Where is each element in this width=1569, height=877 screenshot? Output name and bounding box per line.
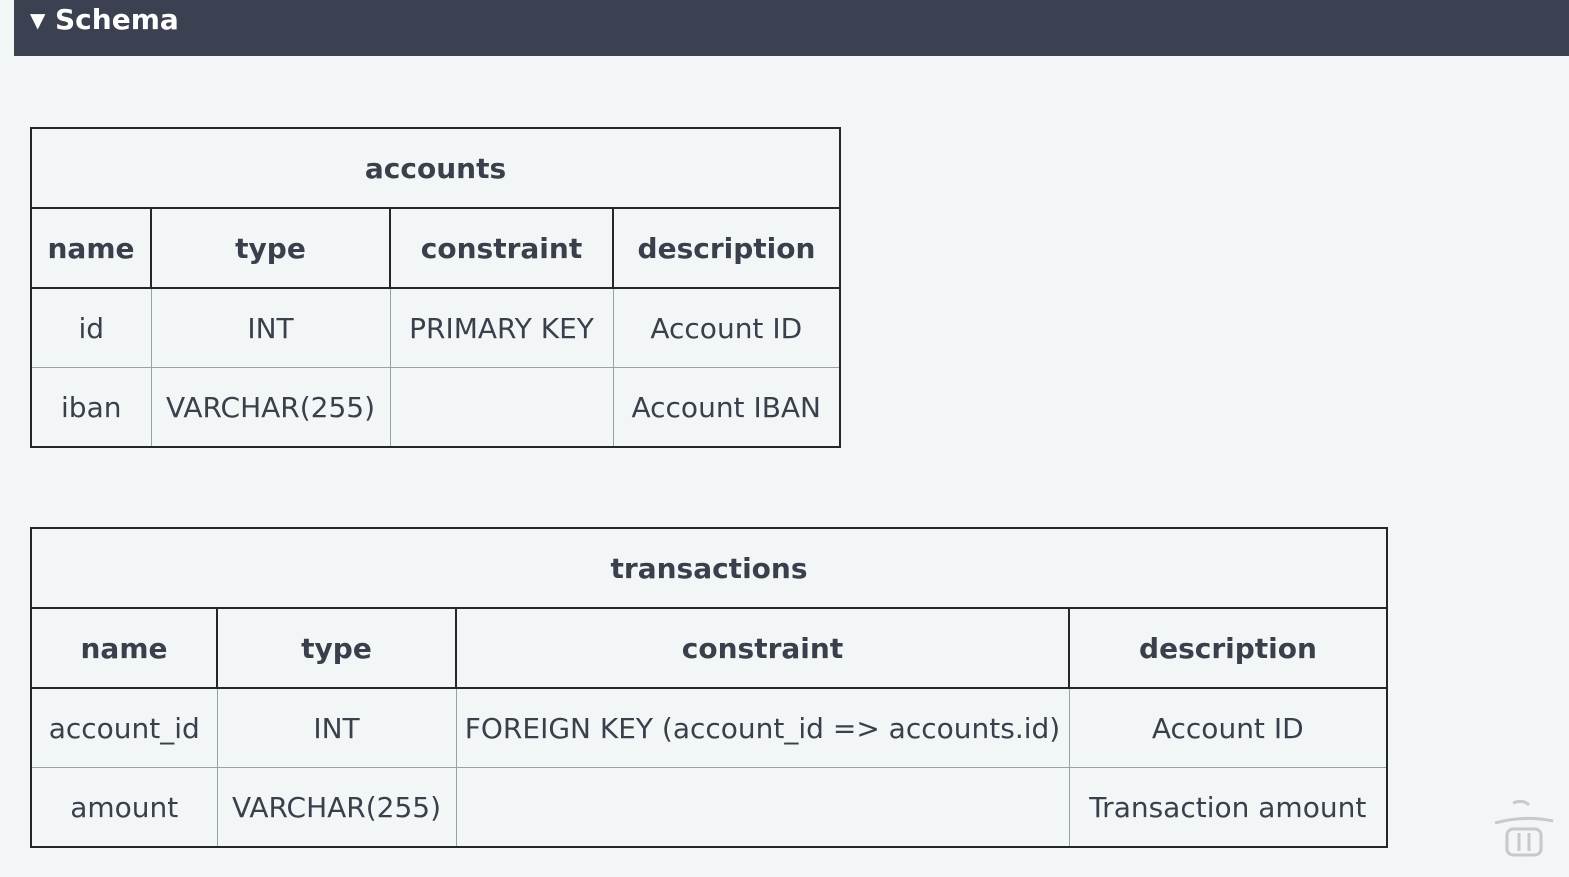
cell-description: Account ID bbox=[612, 287, 841, 368]
column-header-name: name bbox=[30, 607, 218, 689]
table-row: id INT PRIMARY KEY Account ID bbox=[30, 287, 841, 368]
cell-type: VARCHAR(255) bbox=[216, 767, 457, 848]
column-header-name: name bbox=[30, 207, 152, 289]
table-name: transactions bbox=[30, 527, 1388, 609]
cell-name: amount bbox=[30, 767, 218, 848]
section-title: Schema bbox=[55, 3, 179, 36]
column-header-constraint: constraint bbox=[389, 207, 614, 289]
column-header-type: type bbox=[150, 207, 391, 289]
cell-constraint: FOREIGN KEY (account_id => accounts.id) bbox=[455, 687, 1070, 768]
cell-type: INT bbox=[150, 287, 391, 368]
schema-section-header[interactable]: ▼ Schema bbox=[14, 0, 1569, 56]
cell-constraint bbox=[455, 767, 1070, 848]
transactions-table: transactions name type constraint descri… bbox=[30, 527, 1388, 848]
table-row: amount VARCHAR(255) Transaction amount bbox=[30, 767, 1388, 848]
column-header-constraint: constraint bbox=[455, 607, 1070, 689]
cell-type: INT bbox=[216, 687, 457, 768]
cell-name: iban bbox=[30, 367, 152, 448]
table-name: accounts bbox=[30, 127, 841, 209]
column-header-description: description bbox=[612, 207, 841, 289]
cell-name: id bbox=[30, 287, 152, 368]
table-row: iban VARCHAR(255) Account IBAN bbox=[30, 367, 841, 448]
collapse-triangle-icon[interactable]: ▼ bbox=[30, 6, 45, 34]
cell-constraint: PRIMARY KEY bbox=[389, 287, 614, 368]
watermark-logo-icon bbox=[1494, 799, 1554, 857]
table-row: account_id INT FOREIGN KEY (account_id =… bbox=[30, 687, 1388, 768]
cell-name: account_id bbox=[30, 687, 218, 768]
cell-description: Account IBAN bbox=[612, 367, 841, 448]
column-header-description: description bbox=[1068, 607, 1388, 689]
column-header-type: type bbox=[216, 607, 457, 689]
cell-constraint bbox=[389, 367, 614, 448]
cell-description: Transaction amount bbox=[1068, 767, 1388, 848]
accounts-table: accounts name type constraint descriptio… bbox=[30, 127, 841, 448]
cell-description: Account ID bbox=[1068, 687, 1388, 768]
cell-type: VARCHAR(255) bbox=[150, 367, 391, 448]
